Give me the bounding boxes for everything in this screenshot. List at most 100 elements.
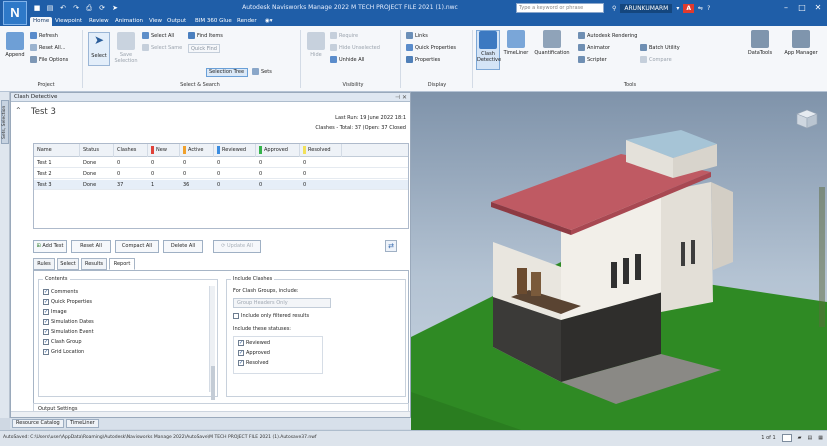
tab-bim360[interactable]: BIM 360 Glue	[192, 17, 235, 26]
tab-results[interactable]: Results	[81, 258, 107, 270]
panel-close-icon[interactable]: ✕	[402, 94, 407, 101]
properties-button[interactable]: Properties	[406, 56, 440, 65]
timeliner-button[interactable]: TimeLiner	[503, 30, 529, 56]
checkbox-comments[interactable]: ✓ Comments	[43, 288, 78, 297]
application-menu-button[interactable]: N	[3, 1, 27, 25]
animator-button[interactable]: Animator	[578, 44, 610, 53]
hide-button[interactable]: Hide	[306, 32, 326, 58]
datatools-button[interactable]: DataTools	[746, 30, 774, 56]
quantification-button[interactable]: Quantification	[532, 30, 572, 56]
tab-rules[interactable]: Rules	[33, 258, 55, 270]
tab-view[interactable]: View	[146, 17, 165, 26]
display-group-label[interactable]: Display	[412, 82, 462, 88]
save-selection-button[interactable]: Save Selection	[114, 32, 138, 64]
batch-utility-button[interactable]: Batch Utility	[640, 44, 680, 53]
delete-all-button[interactable]: Delete All	[163, 240, 203, 253]
user-name[interactable]: ARUNKUMARM	[620, 3, 673, 13]
open-icon[interactable]: ▤	[45, 3, 55, 13]
group-headers-select[interactable]: Group Headers Only	[233, 298, 331, 308]
add-test-button[interactable]: ⊞ Add Test	[33, 240, 67, 253]
undo-icon[interactable]: ↶	[58, 3, 68, 13]
hide-unselected-button[interactable]: Hide Unselected	[330, 44, 380, 53]
col-resolved[interactable]: Resolved	[300, 144, 342, 157]
checkbox-simulation-dates[interactable]: ✓ Simulation Dates	[43, 318, 94, 327]
checkbox-image[interactable]: ✓ Image	[43, 308, 67, 317]
a360-badge[interactable]: A	[683, 3, 695, 13]
tab-output[interactable]: Output	[164, 17, 189, 26]
redo-icon[interactable]: ↷	[71, 3, 81, 13]
checkbox-clash-group[interactable]: ✓ Clash Group	[43, 338, 82, 347]
refresh-icon[interactable]: ⟳	[97, 3, 107, 13]
select-button[interactable]: ➤ Select	[88, 32, 110, 66]
viewcube-icon[interactable]	[795, 108, 819, 130]
reset-all-button[interactable]: Reset All...	[30, 44, 66, 53]
help-icon[interactable]: ?	[707, 5, 710, 12]
tab-animation[interactable]: Animation	[112, 17, 146, 26]
table-row-selected[interactable]: Test 3 Done 37 1 36 0 0 0	[34, 180, 408, 190]
select-all-button[interactable]: Select All	[142, 32, 174, 41]
performance-icon[interactable]: ▰	[798, 431, 802, 445]
save-icon[interactable]: ■	[32, 3, 42, 13]
tab-timeliner[interactable]: TimeLiner	[66, 419, 99, 428]
reset-all-tests-button[interactable]: Reset All	[71, 240, 111, 253]
tab-viewpoint[interactable]: Viewpoint	[52, 17, 85, 26]
select-search-group-label[interactable]: Select & Search	[150, 82, 250, 88]
print-icon[interactable]: ⎙	[84, 3, 94, 13]
links-button[interactable]: Links	[406, 32, 428, 41]
selection-tree-button[interactable]: Selection Tree	[206, 68, 248, 77]
tools-group-label[interactable]: Tools	[600, 82, 660, 88]
scene-viewport[interactable]	[411, 92, 827, 430]
navigation-bar[interactable]	[819, 187, 825, 327]
col-clashes[interactable]: Clashes	[114, 144, 148, 157]
find-items-button[interactable]: Find Items	[188, 32, 223, 41]
sheet-browser-icon[interactable]	[781, 434, 792, 442]
autodesk-rendering-button[interactable]: Autodesk Rendering	[578, 32, 637, 41]
chevron-down-icon[interactable]: ▾	[676, 5, 679, 12]
visibility-group-label[interactable]: Visibility	[318, 82, 388, 88]
scripter-button[interactable]: Scripter	[578, 56, 607, 65]
collapse-chevron-icon[interactable]: ⌃	[15, 106, 22, 115]
checkbox-grid-location[interactable]: ✓ Grid Location	[43, 348, 84, 357]
table-row[interactable]: Test 2 Done 0 0 0 0 0 0	[34, 169, 408, 179]
checkbox-quick-properties[interactable]: ✓ Quick Properties	[43, 298, 92, 307]
col-name[interactable]: Name	[34, 144, 80, 157]
scrollbar-thumb[interactable]	[211, 366, 215, 400]
tab-select[interactable]: Select	[57, 258, 79, 270]
quick-properties-button[interactable]: Quick Properties	[406, 44, 456, 53]
ribbon-options-icon[interactable]: ◉▾	[262, 17, 276, 26]
tab-resource-catalog[interactable]: Resource Catalog	[12, 419, 64, 428]
checkbox-approved[interactable]: ✓ Approved	[238, 349, 270, 358]
require-button[interactable]: Require	[330, 32, 358, 41]
tab-report[interactable]: Report	[109, 258, 135, 270]
col-new[interactable]: New	[148, 144, 180, 157]
tab-render[interactable]: Render	[234, 17, 260, 26]
panel-horizontal-scrollbar[interactable]	[11, 411, 410, 417]
col-active[interactable]: Active	[180, 144, 214, 157]
checkbox-only-filtered[interactable]: Include only filtered results	[233, 312, 309, 321]
update-all-button[interactable]: ⟳ Update All	[213, 240, 261, 253]
compare-button[interactable]: Compare	[640, 56, 672, 65]
append-button[interactable]: Append	[3, 32, 27, 58]
minimize-icon[interactable]: –	[779, 1, 793, 14]
select-same-button[interactable]: Select Same	[142, 44, 182, 53]
project-group-label[interactable]: Project	[16, 82, 76, 88]
status-menu-icon[interactable]: ▦	[818, 431, 823, 445]
file-options-button[interactable]: File Options	[30, 56, 68, 65]
checkbox-simulation-event[interactable]: ✓ Simulation Event	[43, 328, 94, 337]
pin-icon[interactable]: ⊣	[395, 94, 400, 101]
sets-selection-tab[interactable]: Sets, Selection	[1, 100, 9, 144]
clash-detective-button[interactable]: Clash Detective	[476, 30, 501, 70]
col-approved[interactable]: Approved	[256, 144, 300, 157]
memory-icon[interactable]: ▤	[808, 431, 813, 445]
col-reviewed[interactable]: Reviewed	[214, 144, 256, 157]
close-icon[interactable]: ✕	[811, 1, 825, 14]
app-manager-button[interactable]: App Manager	[778, 30, 824, 56]
compact-all-button[interactable]: Compact All	[115, 240, 159, 253]
binoculars-icon[interactable]: ⚲	[612, 5, 616, 12]
sets-button[interactable]: Sets	[252, 68, 272, 77]
checkbox-reviewed[interactable]: ✓ Reviewed	[238, 339, 270, 348]
table-row[interactable]: Test 1 Done 0 0 0 0 0 0	[34, 158, 408, 168]
import-export-icon[interactable]: ⇄	[385, 240, 397, 252]
checkbox-resolved[interactable]: ✓ Resolved	[238, 359, 269, 368]
quick-find-input[interactable]: Quick Find	[188, 44, 220, 53]
